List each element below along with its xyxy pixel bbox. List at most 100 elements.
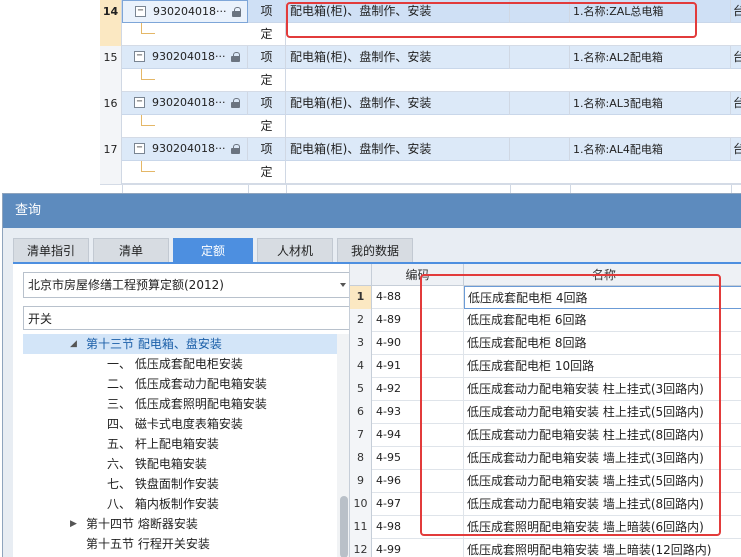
bill-feature[interactable]: 1.名称:ZAL总电箱 <box>570 0 731 23</box>
lock-icon <box>231 144 240 154</box>
bill-code-cell[interactable]: − 930204018··· <box>122 46 248 69</box>
bill-name[interactable]: 配电箱(柜)、盘制作、安装 <box>286 92 510 115</box>
row-index: 11 <box>350 516 372 539</box>
bill-code: 930204018··· <box>152 142 226 155</box>
quota-name[interactable]: 低压成套照明配电箱安装 墙上暗装(6回路内) <box>464 516 741 539</box>
quota-code[interactable]: 4-91 <box>372 355 464 378</box>
bill-unit: 台 <box>733 142 741 156</box>
table-row[interactable]: 9 4-96 低压成套动力配电箱安装 墙上挂式(5回路内) <box>350 470 741 493</box>
collapse-icon[interactable]: − <box>134 51 145 62</box>
bill-code-cell[interactable]: − 930204018··· <box>122 0 248 23</box>
bill-feature[interactable]: 1.名称:AL2配电箱 <box>570 46 731 69</box>
tree-node[interactable]: 第十五节 行程开关安装 <box>23 534 337 554</box>
bill-code: 930204018··· <box>152 50 226 63</box>
tree-node[interactable]: 四、 磁卡式电度表箱安装 <box>23 414 337 434</box>
quota-code[interactable]: 4-97 <box>372 493 464 516</box>
quota-name[interactable]: 低压成套配电柜 10回路 <box>464 355 741 378</box>
bill-row-number: 17 <box>100 138 122 184</box>
table-row[interactable]: 10 4-97 低压成套动力配电箱安装 墙上挂式(8回路内) <box>350 493 741 516</box>
tree-node[interactable]: 八、 箱内板制作安装 <box>23 494 337 514</box>
search-input[interactable] <box>23 306 351 330</box>
table-row[interactable]: 2 4-89 低压成套配电柜 6回路 <box>350 309 741 332</box>
tree-node[interactable]: ▶ 第十四节 熔断器安装 <box>23 514 337 534</box>
row-index: 8 <box>350 447 372 470</box>
table-row[interactable]: 1 4-88 低压成套配电柜 4回路 <box>350 286 741 309</box>
quota-name[interactable]: 低压成套配电柜 8回路 <box>464 332 741 355</box>
tree-node[interactable]: 六、 铁配电箱安装 <box>23 454 337 474</box>
bill-name[interactable]: 配电箱(柜)、盘制作、安装 <box>286 0 510 23</box>
chevron-down-icon[interactable] <box>340 283 346 287</box>
table-row[interactable]: 8 4-95 低压成套动力配电箱安装 墙上挂式(3回路内) <box>350 447 741 470</box>
bill-row[interactable]: 16 − 930204018··· 项定 配电箱(柜)、盘制作、安装 1.名称:… <box>0 92 741 138</box>
tree-connector <box>141 115 155 126</box>
quota-name[interactable]: 低压成套动力配电箱安装 柱上挂式(5回路内) <box>464 401 741 424</box>
tree-node[interactable]: 三、 低压成套照明配电箱安装 <box>23 394 337 414</box>
bill-code: 930204018··· <box>153 5 227 18</box>
row-index: 12 <box>350 539 372 557</box>
row-index: 7 <box>350 424 372 447</box>
collapse-icon[interactable]: − <box>135 6 146 17</box>
quota-name[interactable]: 低压成套动力配电箱安装 柱上挂式(3回路内) <box>464 378 741 401</box>
table-row[interactable]: 7 4-94 低压成套动力配电箱安装 柱上挂式(8回路内) <box>350 424 741 447</box>
quota-name[interactable]: 低压成套照明配电箱安装 墙上暗装(12回路内) <box>464 539 741 557</box>
dialog-title[interactable]: 查询 <box>3 194 741 228</box>
table-row[interactable]: 12 4-99 低压成套照明配电箱安装 墙上暗装(12回路内) <box>350 539 741 557</box>
quota-name[interactable]: 低压成套动力配电箱安装 墙上挂式(5回路内) <box>464 470 741 493</box>
quota-name[interactable]: 低压成套动力配电箱安装 墙上挂式(3回路内) <box>464 447 741 470</box>
tab-quota[interactable]: 定额 <box>173 238 253 263</box>
bill-code: 930204018··· <box>152 96 226 109</box>
bill-code-cell[interactable]: − 930204018··· <box>122 92 248 115</box>
expanded-arrow-icon[interactable]: ◢ <box>70 334 77 354</box>
quota-code[interactable]: 4-95 <box>372 447 464 470</box>
query-dialog: 查询 清单指引 清单 定额 人材机 我的数据 北京市房屋修缮工程预算定额(201… <box>2 193 741 557</box>
tree-node[interactable]: ◢ 第十三节 配电箱、盘安装 <box>23 334 337 354</box>
tree-node[interactable]: 二、 低压成套动力配电箱安装 <box>23 374 337 394</box>
quota-code[interactable]: 4-99 <box>372 539 464 557</box>
tab-bill-guide[interactable]: 清单指引 <box>13 238 89 263</box>
chapter-tree: ◢ 第十三节 配电箱、盘安装 一、 低压成套配电柜安装 二、 低压成套动力配电箱… <box>23 334 337 557</box>
bill-row[interactable]: 17 − 930204018··· 项定 配电箱(柜)、盘制作、安装 1.名称:… <box>0 138 741 184</box>
bill-feature[interactable]: 1.名称:AL4配电箱 <box>570 138 731 161</box>
quota-code[interactable]: 4-94 <box>372 424 464 447</box>
tree-node[interactable]: 七、 铁盘面制作安装 <box>23 474 337 494</box>
tab-bill[interactable]: 清单 <box>93 238 169 263</box>
row-index: 4 <box>350 355 372 378</box>
bill-row[interactable]: 14 − 930204018··· 项定 配电箱(柜)、盘制作、安装 1.名称:… <box>0 0 741 46</box>
quota-code[interactable]: 4-88 <box>372 286 464 309</box>
table-row[interactable]: 5 4-92 低压成套动力配电箱安装 柱上挂式(3回路内) <box>350 378 741 401</box>
collapse-icon[interactable]: − <box>134 97 145 108</box>
bill-name[interactable]: 配电箱(柜)、盘制作、安装 <box>286 138 510 161</box>
quota-name[interactable]: 低压成套动力配电箱安装 柱上挂式(8回路内) <box>464 424 741 447</box>
quota-name[interactable]: 低压成套配电柜 4回路 <box>464 286 741 309</box>
quota-code[interactable]: 4-90 <box>372 332 464 355</box>
row-index: 3 <box>350 332 372 355</box>
bill-feature[interactable]: 1.名称:AL3配电箱 <box>570 92 731 115</box>
scrollbar-thumb[interactable] <box>340 496 348 557</box>
collapse-icon[interactable]: − <box>134 143 145 154</box>
quota-code[interactable]: 4-92 <box>372 378 464 401</box>
column-header-name[interactable]: 名称 <box>464 264 741 286</box>
bill-code-cell[interactable]: − 930204018··· <box>122 138 248 161</box>
row-index: 2 <box>350 309 372 332</box>
tab-labor-material-machine[interactable]: 人材机 <box>257 238 333 263</box>
quota-name[interactable]: 低压成套动力配电箱安装 墙上挂式(8回路内) <box>464 493 741 516</box>
quota-name[interactable]: 低压成套配电柜 6回路 <box>464 309 741 332</box>
bill-name[interactable]: 配电箱(柜)、盘制作、安装 <box>286 46 510 69</box>
quota-code[interactable]: 4-98 <box>372 516 464 539</box>
quota-code[interactable]: 4-89 <box>372 309 464 332</box>
bill-row[interactable]: 15 − 930204018··· 项定 配电箱(柜)、盘制作、安装 1.名称:… <box>0 46 741 92</box>
quota-code[interactable]: 4-93 <box>372 401 464 424</box>
bill-row-number: 14 <box>100 0 122 46</box>
tree-node[interactable]: 五、 杆上配电箱安装 <box>23 434 337 454</box>
collapsed-arrow-icon[interactable]: ▶ <box>70 514 77 534</box>
column-header-code[interactable]: 编码 <box>372 264 464 286</box>
row-index: 9 <box>350 470 372 493</box>
table-row[interactable]: 4 4-91 低压成套配电柜 10回路 <box>350 355 741 378</box>
library-select[interactable]: 北京市房屋修缮工程预算定额(2012) <box>23 272 351 298</box>
tab-my-data[interactable]: 我的数据 <box>337 238 413 263</box>
quota-code[interactable]: 4-96 <box>372 470 464 493</box>
tree-node[interactable]: 一、 低压成套配电柜安装 <box>23 354 337 374</box>
table-row[interactable]: 6 4-93 低压成套动力配电箱安装 柱上挂式(5回路内) <box>350 401 741 424</box>
table-row[interactable]: 3 4-90 低压成套配电柜 8回路 <box>350 332 741 355</box>
table-row[interactable]: 11 4-98 低压成套照明配电箱安装 墙上暗装(6回路内) <box>350 516 741 539</box>
